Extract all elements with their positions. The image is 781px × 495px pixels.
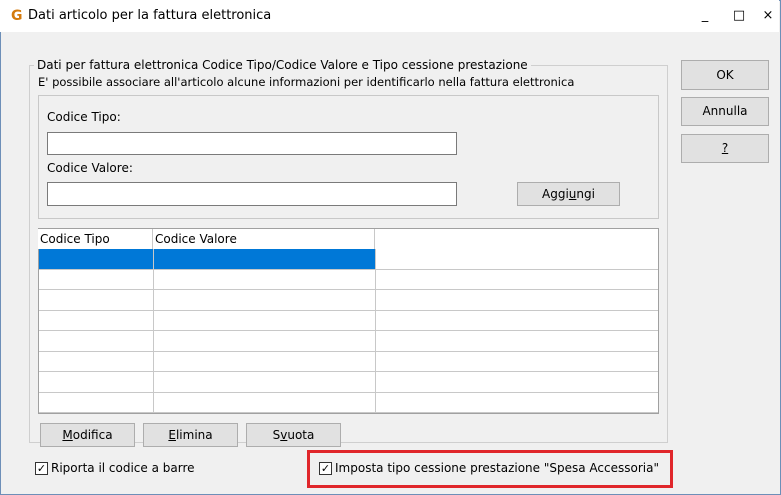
- app-logo-icon: G: [11, 8, 23, 24]
- table-row[interactable]: [39, 270, 658, 290]
- close-icon[interactable]: ×: [756, 0, 780, 32]
- help-label: ?: [721, 141, 729, 155]
- modifica-label-rest: odifica: [72, 428, 113, 442]
- window-title: Dati articolo per la fattura elettronica: [28, 8, 272, 23]
- column-header-codice-valore[interactable]: Codice Valore: [153, 229, 375, 249]
- annulla-button[interactable]: Annulla: [681, 97, 769, 126]
- group-description: E' possibile associare all'articolo alcu…: [38, 75, 575, 89]
- grid-column-separator: [375, 249, 376, 413]
- table-row[interactable]: [39, 352, 658, 372]
- column-header-codice-tipo[interactable]: Codice Tipo: [38, 229, 153, 249]
- group-caption: Dati per fattura elettronica Codice Tipo…: [34, 58, 531, 72]
- help-button[interactable]: ?: [681, 134, 769, 163]
- aggiungi-label-post: ngi: [576, 187, 595, 201]
- table-row[interactable]: [39, 393, 658, 413]
- table-row[interactable]: [39, 311, 658, 331]
- spesa-accessoria-label[interactable]: Imposta tipo cessione prestazione "Spesa…: [335, 460, 659, 476]
- minimize-icon[interactable]: _: [688, 0, 722, 32]
- elimina-accesskey: E: [168, 428, 176, 442]
- codice-valore-input[interactable]: [47, 182, 457, 206]
- grid-column-separator: [153, 249, 154, 413]
- elimina-button[interactable]: Elimina: [143, 423, 238, 447]
- aggiungi-label-pre: Aggi: [542, 187, 569, 201]
- svuota-label-post: uota: [287, 428, 315, 442]
- aggiungi-button[interactable]: Aggiungi: [517, 182, 620, 206]
- ok-button[interactable]: OK: [681, 60, 769, 90]
- spesa-accessoria-checkbox[interactable]: ✓: [319, 462, 332, 475]
- modifica-accesskey: M: [62, 428, 73, 442]
- codice-tipo-label: Codice Tipo:: [47, 110, 121, 124]
- modifica-button[interactable]: Modifica: [40, 423, 135, 447]
- table-row[interactable]: [39, 372, 658, 393]
- table-row[interactable]: [39, 331, 658, 352]
- riporta-codice-barre-checkbox[interactable]: ✓: [35, 462, 48, 475]
- maximize-icon[interactable]: □: [722, 0, 756, 32]
- table-row[interactable]: [39, 290, 658, 311]
- codice-tipo-input[interactable]: [47, 132, 457, 155]
- table-row[interactable]: [39, 249, 658, 270]
- riporta-codice-barre-label[interactable]: Riporta il codice a barre: [51, 460, 195, 476]
- codice-valore-label: Codice Valore:: [47, 161, 133, 175]
- svuota-button[interactable]: Svuota: [246, 423, 341, 447]
- elimina-label-rest: limina: [175, 428, 213, 442]
